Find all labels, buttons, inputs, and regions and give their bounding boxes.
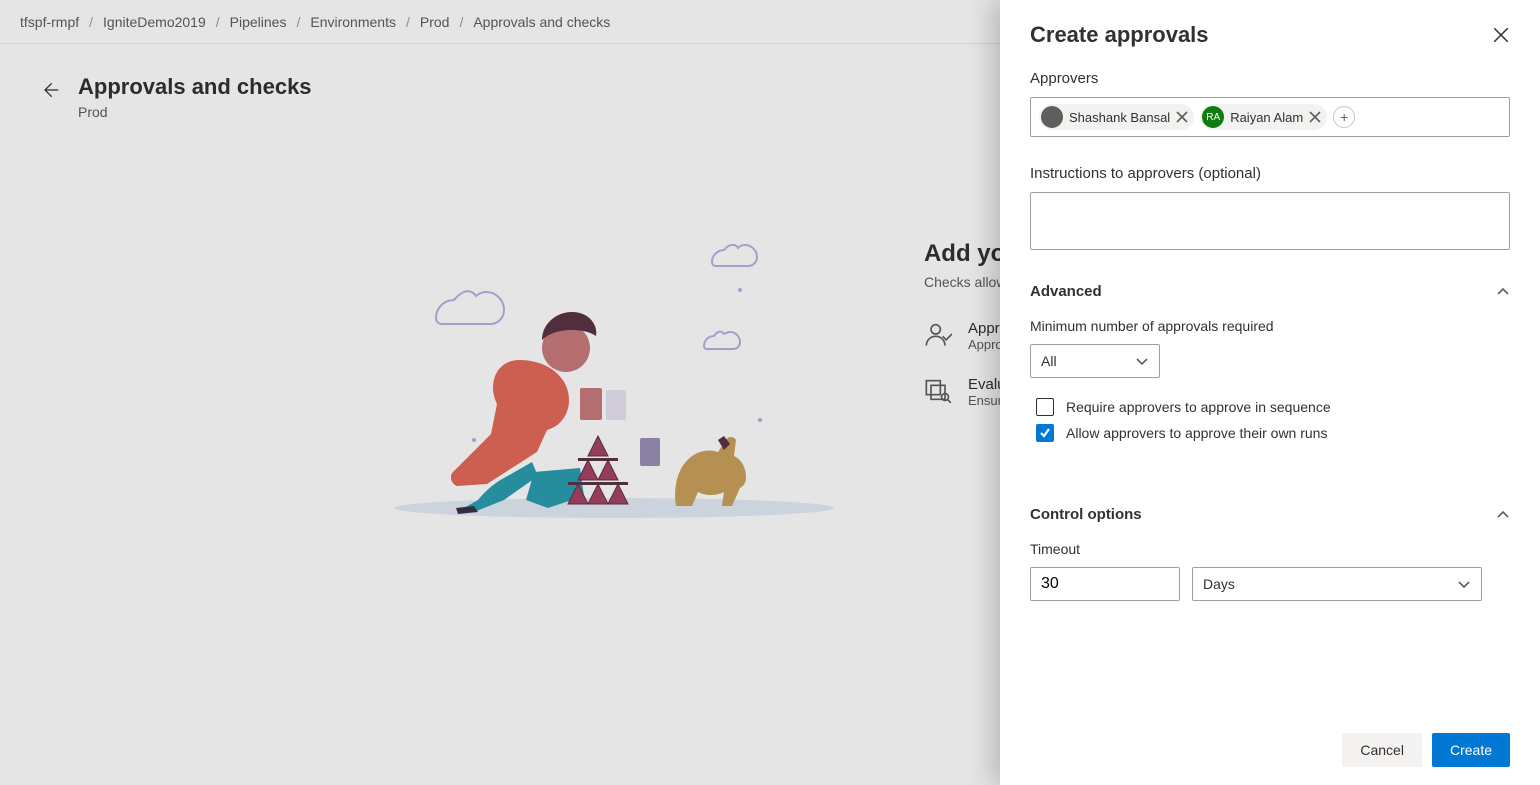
chevron-up-icon [1496, 285, 1510, 299]
require-sequence-label: Require approvers to approve in sequence [1066, 399, 1331, 415]
panel-footer: Cancel Create [1000, 715, 1540, 785]
timeout-value-input[interactable] [1030, 567, 1180, 601]
create-approvals-panel: Create approvals Approvers Shashank Bans… [1000, 0, 1540, 785]
timeout-unit-value: Days [1203, 576, 1235, 592]
approvers-label: Approvers [1030, 70, 1510, 87]
add-approver-button[interactable]: + [1333, 106, 1355, 128]
checkbox-unchecked-icon[interactable] [1036, 398, 1054, 416]
chevron-down-icon [1135, 354, 1149, 368]
allow-own-label: Allow approvers to approve their own run… [1066, 425, 1327, 441]
approver-chip: RA Raiyan Alam [1200, 104, 1327, 130]
avatar: RA [1202, 106, 1224, 128]
chevron-up-icon [1496, 508, 1510, 522]
create-button[interactable]: Create [1432, 733, 1510, 767]
remove-icon[interactable] [1176, 111, 1188, 123]
require-sequence-row[interactable]: Require approvers to approve in sequence [1030, 398, 1510, 416]
panel-title: Create approvals [1030, 22, 1209, 48]
control-options-title: Control options [1030, 506, 1142, 523]
avatar [1041, 106, 1063, 128]
instructions-textarea[interactable] [1030, 192, 1510, 250]
approver-name: Shashank Bansal [1069, 110, 1170, 125]
control-options-toggle[interactable]: Control options [1030, 506, 1510, 523]
remove-icon[interactable] [1309, 111, 1321, 123]
min-approvals-select[interactable]: All [1030, 344, 1160, 378]
advanced-title: Advanced [1030, 283, 1102, 300]
panel-body[interactable]: Approvers Shashank Bansal RA Raiyan Alam… [1000, 70, 1540, 715]
min-approvals-value: All [1041, 353, 1057, 369]
approver-name: Raiyan Alam [1230, 110, 1303, 125]
advanced-toggle[interactable]: Advanced [1030, 283, 1510, 300]
allow-own-row[interactable]: Allow approvers to approve their own run… [1030, 424, 1510, 442]
min-approvals-label: Minimum number of approvals required [1030, 318, 1510, 334]
instructions-label: Instructions to approvers (optional) [1030, 165, 1510, 182]
checkbox-checked-icon[interactable] [1036, 424, 1054, 442]
close-icon[interactable] [1492, 26, 1510, 44]
approvers-input[interactable]: Shashank Bansal RA Raiyan Alam + [1030, 97, 1510, 137]
timeout-label: Timeout [1030, 541, 1510, 557]
timeout-unit-select[interactable]: Days [1192, 567, 1482, 601]
chevron-down-icon [1457, 577, 1471, 591]
cancel-button[interactable]: Cancel [1342, 733, 1422, 767]
approver-chip: Shashank Bansal [1039, 104, 1194, 130]
